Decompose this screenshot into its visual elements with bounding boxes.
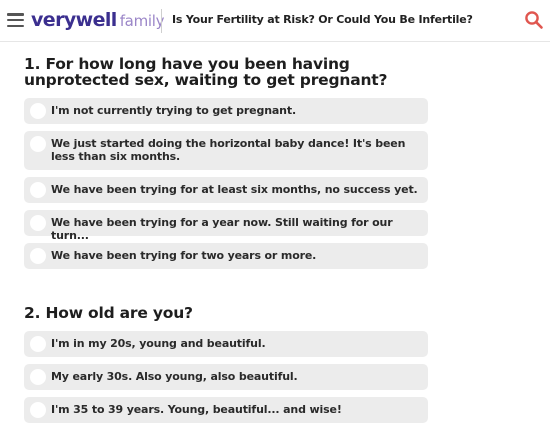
radio-button[interactable] — [30, 248, 46, 264]
answer-option-q2-1[interactable]: I'm in my 20s, young and beautiful. — [24, 331, 428, 357]
radio-button[interactable] — [30, 336, 46, 352]
answer-option-label: I'm in my 20s, young and beautiful. — [51, 337, 266, 350]
logo-secondary-text: family — [119, 12, 165, 30]
header-divider — [161, 9, 162, 33]
radio-button[interactable] — [30, 136, 46, 152]
article-title: Is Your Fertility at Risk? Or Could You … — [172, 13, 473, 26]
answer-option-label: My early 30s. Also young, also beautiful… — [51, 370, 298, 383]
radio-button[interactable] — [30, 369, 46, 385]
search-icon[interactable] — [524, 10, 544, 30]
answer-option-label: We have been trying for at least six mon… — [51, 183, 418, 196]
radio-button[interactable] — [30, 402, 46, 418]
logo-primary-text: verywell — [31, 9, 117, 31]
answer-option-q1-2[interactable]: We just started doing the horizontal bab… — [24, 131, 428, 170]
answer-option-q1-4[interactable]: We have been trying for a year now. Stil… — [24, 210, 428, 242]
answer-option-q2-2[interactable]: My early 30s. Also young, also beautiful… — [24, 364, 428, 390]
answer-option-q1-3[interactable]: We have been trying for at least six mon… — [24, 177, 428, 203]
question-1-title: 1. For how long have you been having unp… — [24, 55, 388, 89]
answer-option-label: We have been trying for two years or mor… — [51, 249, 317, 262]
answer-option-q1-5[interactable]: We have been trying for two years or mor… — [24, 243, 428, 269]
radio-button[interactable] — [30, 215, 46, 231]
answer-option-label: I'm not currently trying to get pregnant… — [51, 104, 296, 117]
site-logo[interactable]: verywell family — [31, 9, 164, 31]
answer-option-label: We have been trying for a year now. Stil… — [51, 216, 393, 242]
hamburger-menu-icon[interactable] — [7, 13, 24, 27]
radio-button[interactable] — [30, 103, 46, 119]
radio-button[interactable] — [30, 182, 46, 198]
question-2-title: 2. How old are you? — [24, 304, 193, 322]
answer-option-label: We just started doing the horizontal bab… — [51, 137, 406, 163]
top-navigation-bar: verywell family Is Your Fertility at Ris… — [0, 0, 550, 42]
answer-option-q1-1[interactable]: I'm not currently trying to get pregnant… — [24, 98, 428, 124]
answer-option-label: I'm 35 to 39 years. Young, beautiful... … — [51, 403, 342, 416]
answer-option-q2-3[interactable]: I'm 35 to 39 years. Young, beautiful... … — [24, 397, 428, 423]
